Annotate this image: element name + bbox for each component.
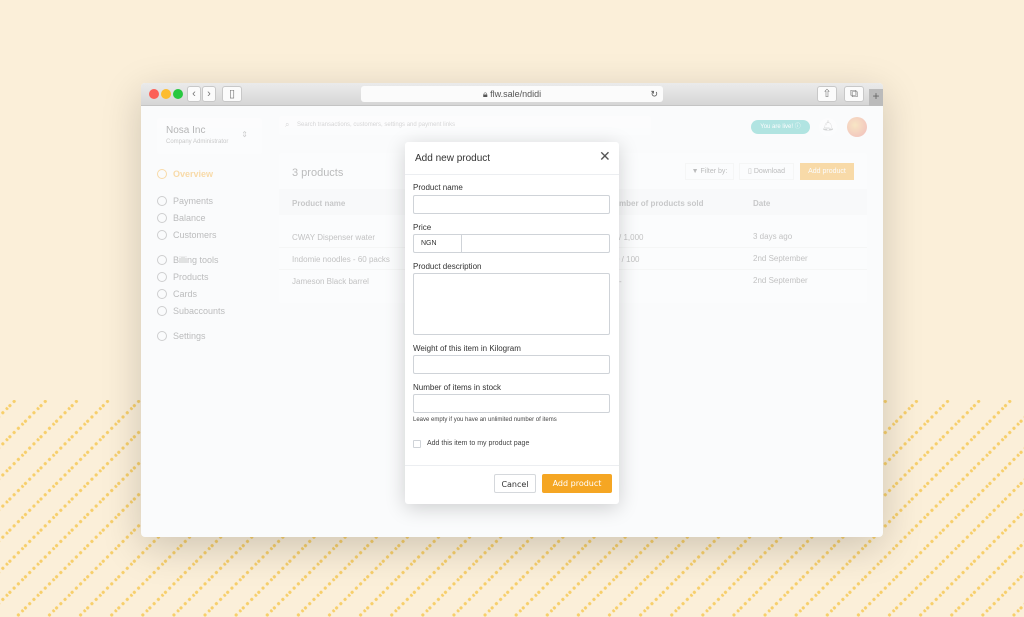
url-text: flw.sale/ndidi	[490, 89, 542, 99]
weight-input[interactable]	[413, 355, 610, 374]
sidebar-item-label: Products	[173, 272, 209, 282]
modal-title: Add new product	[415, 153, 491, 164]
cancel-button[interactable]: Cancel	[494, 474, 536, 493]
sidebar-item-label: Subaccounts	[173, 306, 226, 316]
description-label: Product description	[413, 262, 482, 271]
sidebar-item-label: Payments	[173, 196, 214, 206]
sidebar-item-billing-tools[interactable]: Billing tools	[157, 255, 219, 265]
search-icon: ⌕	[285, 120, 290, 129]
maximize-window-button[interactable]	[173, 89, 183, 99]
currency-select[interactable]: NGN	[414, 235, 462, 252]
price-label: Price	[413, 223, 432, 232]
back-icon[interactable]: ‹	[187, 86, 201, 102]
column-header: mber of products sold	[619, 199, 704, 208]
tabs-icon[interactable]: ⧉	[844, 86, 864, 102]
tag-icon	[157, 272, 167, 282]
file-icon: ▯	[748, 168, 752, 175]
sidebar-item-payments[interactable]: Payments	[157, 196, 213, 206]
customers-icon	[157, 230, 167, 240]
product-page-checkbox[interactable]	[413, 440, 421, 448]
sidebar-item-label: Billing tools	[173, 255, 219, 265]
gear-icon	[157, 331, 167, 341]
account-switcher[interactable]: Nosa Inc Company Administrator ⇕	[157, 118, 262, 154]
browser-titlebar: ‹ › ▯ 🔒︎ flw.sale/ndidi ↻ ⇧ ⧉ +	[141, 83, 883, 106]
sidebar-item-overview[interactable]: Overview	[157, 169, 213, 179]
sidebar-item-products[interactable]: Products	[157, 272, 209, 282]
sidebar-item-label: Balance	[173, 213, 206, 223]
weight-label: Weight of this item in Kilogram	[413, 344, 521, 353]
product-name-input[interactable]	[413, 195, 610, 214]
billing-icon	[157, 255, 167, 265]
sidebar-item-label: Overview	[173, 169, 214, 179]
close-icon[interactable]: ✕	[599, 148, 611, 165]
download-button[interactable]: ▯ Download	[739, 163, 794, 180]
sidebar-item-customers[interactable]: Customers	[157, 230, 217, 240]
stock-input[interactable]	[413, 394, 610, 413]
checkbox-label[interactable]: Add this item to my product page	[427, 440, 529, 447]
address-bar[interactable]: 🔒︎ flw.sale/ndidi ↻	[361, 86, 663, 102]
sidebar-toggle-icon[interactable]: ▯	[222, 86, 242, 102]
price-input[interactable]: NGN	[413, 234, 610, 253]
account-role: Company Administrator	[166, 139, 229, 145]
payments-icon	[157, 196, 167, 206]
description-textarea[interactable]	[413, 273, 610, 335]
sidebar-item-label: Cards	[173, 289, 198, 299]
sidebar-item-cards[interactable]: Cards	[157, 289, 197, 299]
balance-icon	[157, 213, 167, 223]
column-header: Product name	[292, 199, 346, 208]
bell-icon[interactable]: 🔔︎	[819, 118, 837, 136]
chevron-updown-icon: ⇕	[241, 130, 248, 139]
close-window-button[interactable]	[149, 89, 159, 99]
overview-icon	[157, 169, 167, 179]
product-name-label: Product name	[413, 183, 463, 192]
sidebar-item-subaccounts[interactable]: Subaccounts	[157, 306, 225, 316]
sidebar-item-balance[interactable]: Balance	[157, 213, 206, 223]
subaccounts-icon	[157, 306, 167, 316]
column-header: Date	[753, 199, 771, 208]
add-product-button[interactable]: Add product	[800, 163, 854, 180]
search-input[interactable]: ⌕ Search transactions, customers, setting…	[279, 116, 651, 135]
minimize-window-button[interactable]	[161, 89, 171, 99]
new-tab-icon[interactable]: +	[869, 89, 883, 106]
add-product-submit-button[interactable]: Add product	[542, 474, 612, 493]
lock-icon: 🔒︎	[482, 89, 488, 99]
sidebar-item-label: Customers	[173, 230, 217, 240]
filter-button[interactable]: ▼ Filter by:	[685, 163, 734, 180]
avatar[interactable]	[847, 117, 867, 137]
products-count: 3 products	[292, 167, 344, 179]
card-icon	[157, 289, 167, 299]
stock-label: Number of items in stock	[413, 383, 502, 392]
forward-icon[interactable]: ›	[202, 86, 216, 102]
stock-hint: Leave empty if you have an unlimited num…	[413, 417, 557, 423]
sidebar-item-label: Settings	[173, 331, 206, 341]
reload-icon[interactable]: ↻	[650, 86, 658, 102]
search-placeholder: Search transactions, customers, settings…	[297, 122, 456, 128]
share-icon[interactable]: ⇧	[817, 86, 837, 102]
add-product-modal: Add new product ✕ Product name Price NGN…	[405, 142, 619, 504]
account-name: Nosa Inc	[166, 125, 206, 136]
filter-icon: ▼	[691, 168, 699, 175]
live-badge: You are live! ⓘ	[751, 120, 810, 134]
sidebar-item-settings[interactable]: Settings	[157, 331, 206, 341]
